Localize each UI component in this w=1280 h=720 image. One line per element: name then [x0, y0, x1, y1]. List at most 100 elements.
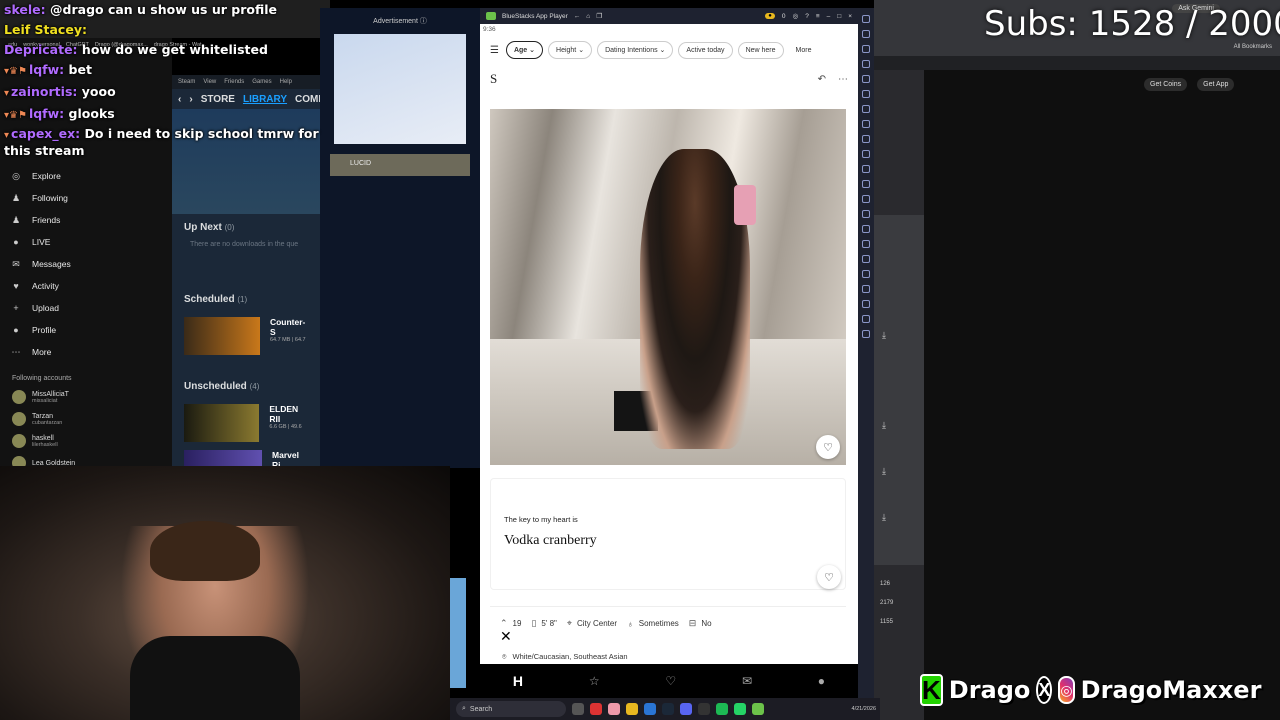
- spotify-icon[interactable]: [716, 703, 728, 715]
- chat-username[interactable]: capex_ex:: [11, 126, 80, 141]
- toolbar-tool-icon[interactable]: [862, 15, 870, 23]
- menu-icon[interactable]: ≡: [816, 13, 820, 20]
- toolbar-tool-icon[interactable]: [862, 240, 870, 248]
- sidebar-item-following[interactable]: ♟ Following: [10, 187, 71, 209]
- chat-badges-icon: ▾: [4, 130, 10, 141]
- chat-badges-icon: ▾: [4, 88, 10, 99]
- app-icon[interactable]: [698, 703, 710, 715]
- toolbar-tool-icon[interactable]: [862, 180, 870, 188]
- filter-sliders-icon[interactable]: ☰: [490, 45, 499, 56]
- download-icon[interactable]: ⤓: [882, 512, 894, 524]
- toolbar-tool-icon[interactable]: [862, 315, 870, 323]
- following-account[interactable]: haskell lilerhaskell: [12, 434, 58, 448]
- filter-chip-active-today[interactable]: Active today: [678, 41, 733, 59]
- filter-chip-height[interactable]: Height ⌄: [548, 41, 593, 59]
- sidebar-item-upload[interactable]: + Upload: [10, 297, 71, 319]
- chat-username[interactable]: lqfw:: [29, 62, 64, 77]
- more-options-icon[interactable]: ⋯: [838, 74, 848, 85]
- android-status-bar: 9:36: [480, 24, 858, 38]
- whatsapp-icon[interactable]: [734, 703, 746, 715]
- maximize-icon[interactable]: □: [837, 13, 841, 20]
- back-icon[interactable]: ←: [574, 13, 581, 20]
- sidebar-item-activity[interactable]: ♥ Activity: [10, 275, 71, 297]
- scheduled-game[interactable]: Counter-S 64.7 MB | 64.7: [172, 313, 320, 359]
- toolbar-tool-icon[interactable]: [862, 270, 870, 278]
- undo-icon[interactable]: ↶: [818, 74, 826, 85]
- filter-chip-more[interactable]: More: [789, 43, 819, 58]
- steam-icon[interactable]: [662, 703, 674, 715]
- toolbar-tool-icon[interactable]: [862, 45, 870, 53]
- unscheduled-game[interactable]: ELDEN RII 6.6 GB | 49.6: [172, 400, 320, 446]
- toolbar-tool-icon[interactable]: [862, 30, 870, 38]
- sidebar-item-friends[interactable]: ♟ Friends: [10, 209, 71, 231]
- coin-icon[interactable]: ●: [765, 13, 775, 19]
- filter-chip-age[interactable]: Age ⌄: [505, 41, 544, 59]
- account-icon[interactable]: ◎: [793, 12, 799, 20]
- sidebar-item-more[interactable]: ⋯ More: [10, 341, 71, 363]
- task-view-icon[interactable]: [572, 703, 584, 715]
- close-icon[interactable]: ×: [848, 13, 852, 20]
- like-photo-button[interactable]: ♡: [816, 435, 840, 459]
- ad-image[interactable]: [334, 34, 466, 144]
- get-app-button[interactable]: Get App: [1197, 78, 1235, 91]
- toolbar-tool-icon[interactable]: [862, 150, 870, 158]
- download-icon[interactable]: ⤓: [882, 466, 894, 478]
- taskbar-search[interactable]: ⌕ Search: [456, 701, 566, 717]
- following-account[interactable]: MissAlliciaT missaliciat: [12, 390, 69, 404]
- toolbar-tool-icon[interactable]: [862, 105, 870, 113]
- chat-username[interactable]: Leif Stacey:: [4, 22, 87, 37]
- account-handle: missaliciat: [32, 397, 58, 404]
- toolbar-tool-icon[interactable]: [862, 135, 870, 143]
- chat-username[interactable]: skele:: [4, 2, 46, 17]
- discord-icon[interactable]: [680, 703, 692, 715]
- download-icon[interactable]: ⤓: [882, 330, 894, 342]
- app-icon[interactable]: [644, 703, 656, 715]
- toolbar-tool-icon[interactable]: [862, 120, 870, 128]
- up-next-heading: Up Next (0): [184, 222, 235, 233]
- toolbar-tool-icon[interactable]: [862, 210, 870, 218]
- chat-username[interactable]: Depricate:: [4, 42, 78, 57]
- all-bookmarks[interactable]: All Bookmarks: [1234, 44, 1272, 50]
- multi-window-icon[interactable]: ❐: [596, 12, 602, 20]
- toolbar-tool-icon[interactable]: [862, 330, 870, 338]
- app-icon[interactable]: [590, 703, 602, 715]
- toolbar-tool-icon[interactable]: [862, 195, 870, 203]
- ad-strip[interactable]: LUCID: [330, 154, 470, 176]
- sidebar-item-explore[interactable]: ◎ Explore: [10, 165, 71, 187]
- likes-icon[interactable]: ♡: [665, 674, 676, 688]
- toolbar-tool-icon[interactable]: [862, 285, 870, 293]
- sidebar-item-live[interactable]: ● LIVE: [10, 231, 71, 253]
- avatar: [12, 412, 26, 426]
- filter-chip-new-here[interactable]: New here: [737, 41, 784, 59]
- following-account[interactable]: Tarzan cubantarzan: [12, 412, 62, 426]
- discover-icon[interactable]: H: [513, 673, 523, 689]
- home-icon[interactable]: ⌂: [586, 13, 590, 20]
- toolbar-tool-icon[interactable]: [862, 255, 870, 263]
- download-icon[interactable]: ⤓: [882, 420, 894, 432]
- toolbar-tool-icon[interactable]: [862, 60, 870, 68]
- file-explorer-icon[interactable]: [626, 703, 638, 715]
- toolbar-tool-icon[interactable]: [862, 90, 870, 98]
- minimize-icon[interactable]: –: [827, 13, 831, 20]
- standouts-icon[interactable]: ☆: [589, 674, 600, 688]
- toolbar-tool-icon[interactable]: [862, 300, 870, 308]
- get-coins-button[interactable]: Get Coins: [1144, 78, 1188, 91]
- skip-x-icon[interactable]: ✕: [500, 628, 512, 645]
- chat-username[interactable]: zainortis:: [11, 84, 77, 99]
- toolbar-tool-icon[interactable]: [862, 165, 870, 173]
- search-label: Search: [469, 705, 493, 713]
- app-icon[interactable]: [608, 703, 620, 715]
- following-accounts-title: Following accounts: [12, 375, 72, 382]
- filter-chip-dating-intentions[interactable]: Dating Intentions ⌄: [597, 41, 674, 59]
- toolbar-tool-icon[interactable]: [862, 75, 870, 83]
- sidebar-item-profile[interactable]: ● Profile: [10, 319, 71, 341]
- profile-avatar-icon[interactable]: ●: [818, 674, 825, 688]
- toolbar-tool-icon[interactable]: [862, 225, 870, 233]
- chat-icon[interactable]: ✉: [742, 674, 752, 688]
- help-icon[interactable]: ?: [805, 13, 809, 20]
- sidebar-item-messages[interactable]: ✉ Messages: [10, 253, 71, 275]
- bluestacks-icon[interactable]: [752, 703, 764, 715]
- vital-label: 5' 8": [541, 619, 557, 628]
- chat-username[interactable]: lqfw:: [29, 106, 64, 121]
- like-prompt-button[interactable]: ♡: [817, 565, 841, 589]
